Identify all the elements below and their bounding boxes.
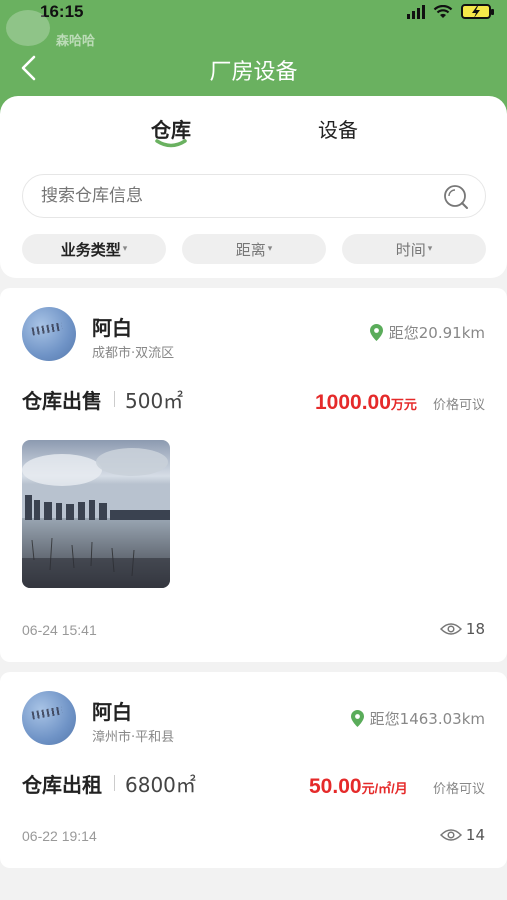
avatar[interactable] — [22, 307, 76, 361]
listing-type: 仓库出租 — [22, 773, 102, 797]
price-value: 1000.00 — [315, 391, 391, 414]
search-box[interactable] — [22, 174, 486, 218]
filter-label: 时间 — [395, 240, 426, 259]
wifi-icon — [433, 4, 453, 18]
page-title: 厂房设备 — [209, 60, 298, 85]
filter-time[interactable]: 时间 ▾ — [342, 234, 486, 264]
price-negotiable: 价格可议 — [432, 782, 485, 797]
listing-card[interactable]: 阿白 漳州市·平和县 距您1463.03km 仓库出租 6800㎡ 50.00元… — [0, 672, 507, 868]
tab-equipment[interactable]: 设备 — [318, 114, 358, 143]
distance: 距您20.91km — [369, 322, 485, 343]
view-count: 18 — [439, 620, 485, 638]
battery-icon — [461, 4, 494, 19]
watermark-text: 森哈哈 — [56, 34, 96, 49]
eye-icon — [439, 829, 462, 841]
search-icon[interactable] — [443, 184, 469, 210]
filter-business-type[interactable]: 业务类型 ▾ — [22, 234, 166, 264]
price: 1000.00万元 — [315, 391, 417, 415]
chevron-down-icon: ▾ — [427, 244, 433, 254]
post-date: 06-22 19:14 — [22, 828, 97, 844]
price-unit: 万元 — [390, 397, 417, 412]
listing-type: 仓库出售 — [22, 389, 102, 413]
user-location: 漳州市·平和县 — [92, 730, 175, 745]
filter-label: 业务类型 — [60, 240, 121, 259]
user-name: 阿白 — [92, 316, 132, 340]
view-count: 14 — [439, 826, 485, 844]
distance-text: 距您20.91km — [388, 324, 485, 342]
location-pin-icon — [369, 324, 383, 341]
filter-distance[interactable]: 距离 ▾ — [182, 234, 326, 264]
watermark-logo — [6, 10, 50, 46]
listing-card[interactable]: 阿白 成都市·双流区 距您20.91km 仓库出售 500㎡ 1000.00万元… — [0, 288, 507, 662]
distance: 距您1463.03km — [350, 708, 485, 729]
divider — [114, 775, 115, 791]
post-date: 06-24 15:41 — [22, 622, 97, 638]
chevron-down-icon: ▾ — [267, 244, 273, 254]
avatar[interactable] — [22, 691, 76, 745]
listing-photo[interactable] — [22, 440, 170, 588]
view-count-text: 14 — [465, 826, 485, 844]
filter-label: 距离 — [235, 240, 266, 259]
signal-icon — [407, 4, 425, 19]
chevron-down-icon: ▾ — [122, 244, 128, 254]
eye-icon — [439, 623, 462, 635]
status-icons — [407, 4, 494, 19]
filter-panel: 仓库 设备 业务类型▾ 距离▾ 时间▾ — [0, 96, 507, 278]
user-name: 阿白 — [92, 700, 132, 724]
tab-active-indicator — [155, 139, 187, 148]
view-count-text: 18 — [465, 620, 485, 638]
status-bar: 16:15 — [0, 0, 507, 28]
distance-text: 距您1463.03km — [369, 710, 485, 728]
listing-area: 6800㎡ — [125, 773, 196, 797]
location-pin-icon — [350, 710, 364, 727]
price-value: 50.00 — [309, 775, 362, 798]
price: 50.00元/㎡/月 — [309, 775, 408, 799]
listing-area: 500㎡ — [125, 389, 184, 413]
price-negotiable: 价格可议 — [432, 398, 485, 413]
search-input[interactable] — [41, 175, 421, 217]
price-unit: 元/㎡/月 — [361, 781, 408, 796]
divider — [114, 391, 115, 407]
user-location: 成都市·双流区 — [92, 346, 175, 361]
